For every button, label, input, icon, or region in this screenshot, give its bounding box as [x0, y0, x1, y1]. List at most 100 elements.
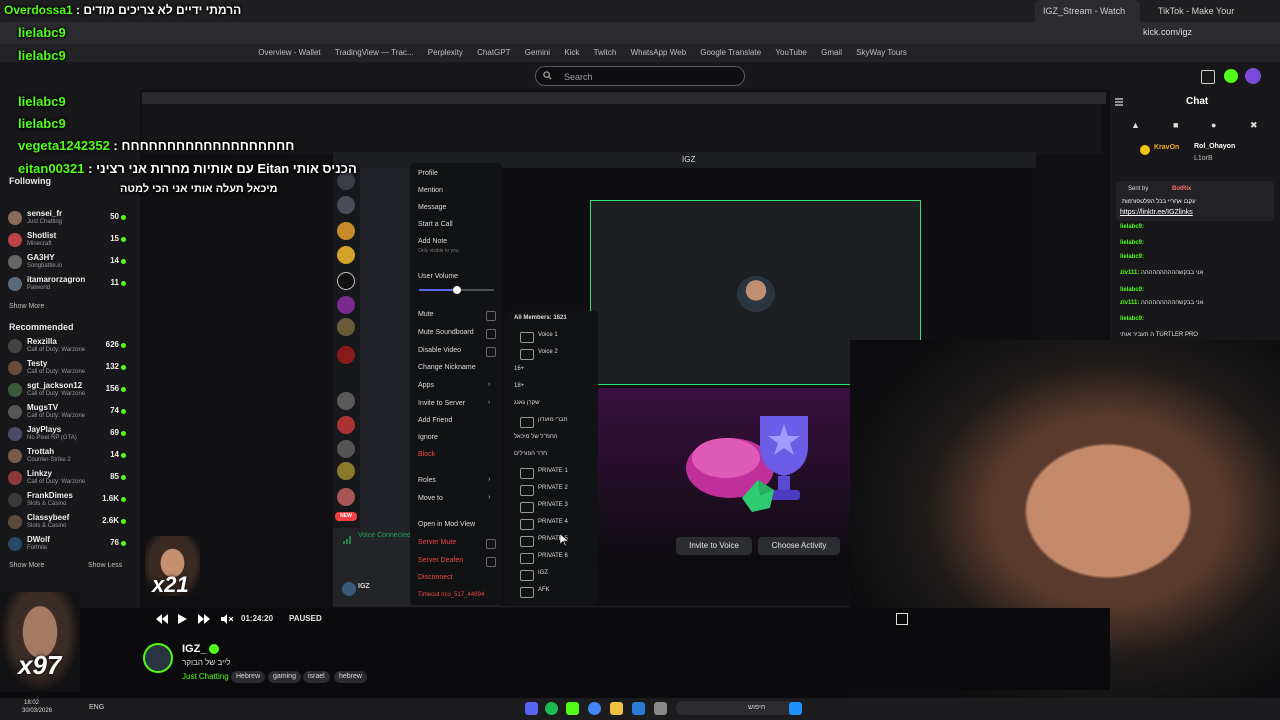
- menu-item-invite-to-server[interactable]: Invite to Server: [418, 400, 465, 407]
- kick-logo-icon[interactable]: [1224, 69, 1238, 83]
- server-icon[interactable]: [337, 222, 355, 240]
- server-icon[interactable]: [337, 246, 355, 264]
- channel-name[interactable]: IGZ_: [182, 643, 206, 655]
- avatar[interactable]: [1245, 68, 1261, 84]
- voice-channel-item[interactable]: PRIVATE 1: [538, 468, 568, 474]
- voice-channel-item[interactable]: Voice 1: [538, 332, 558, 338]
- voice-channel-item[interactable]: PRIVATE 2: [538, 485, 568, 491]
- sidebar-item[interactable]: JayPlays No Pixel RP (GTA) 69: [0, 424, 140, 446]
- menu-item-apps[interactable]: Apps: [418, 382, 434, 389]
- tab-tiktok[interactable]: TikTok - Make Your Day: [1150, 0, 1250, 38]
- menu-item-roles[interactable]: Roles: [418, 477, 436, 484]
- discord-icon[interactable]: [525, 702, 538, 715]
- rewind-icon[interactable]: [156, 614, 168, 624]
- voice-channel-item[interactable]: PRIVATE 3: [538, 502, 568, 508]
- fullscreen-icon[interactable]: [896, 613, 908, 625]
- voice-channel-item[interactable]: PRIVATE 6: [538, 553, 568, 559]
- sidebar-item[interactable]: sgt_jackson12 Call of Duty: Warzone 156: [0, 380, 140, 402]
- stream-tag[interactable]: hebrew: [334, 671, 367, 683]
- bookmark[interactable]: Google Translate: [700, 44, 761, 62]
- kick-icon[interactable]: [566, 702, 579, 715]
- menu-item-message[interactable]: Message: [418, 204, 446, 211]
- server-deafen-checkbox[interactable]: [486, 557, 496, 567]
- swords-icon[interactable]: ✖: [1250, 120, 1258, 131]
- collapse-chat-icon[interactable]: [1114, 97, 1124, 107]
- server-icon[interactable]: [337, 272, 355, 290]
- menu-item-add-note[interactable]: Add Note: [418, 238, 447, 245]
- menu-item-block[interactable]: Block: [418, 451, 435, 458]
- bookmark[interactable]: TradingView — Trac...: [335, 44, 414, 62]
- tab-kick[interactable]: IGZ_Stream - Watch Live on Ki: [1035, 0, 1140, 38]
- sidebar-item[interactable]: MugsTV Call of Duty: Warzone 74: [0, 402, 140, 424]
- show-more-link[interactable]: Show More: [9, 303, 44, 310]
- voice-channel-item[interactable]: החמ"ל של מיכאל: [514, 434, 558, 440]
- bookmark[interactable]: ChatGPT: [477, 44, 510, 62]
- menu-item-ignore[interactable]: Ignore: [418, 434, 438, 441]
- bookmark[interactable]: Twitch: [594, 44, 617, 62]
- stream-tag[interactable]: israel: [303, 671, 330, 683]
- language-indicator[interactable]: ENG: [89, 704, 104, 711]
- bookmark[interactable]: Gmail: [821, 44, 842, 62]
- voice-channel-item[interactable]: חדר הפורלים: [514, 451, 547, 457]
- menu-item-timeout[interactable]: Timeout rico_517_44694: [418, 592, 484, 598]
- voice-channel-item[interactable]: IGZ: [538, 570, 548, 576]
- menu-item-mod-view[interactable]: Open in Mod View: [418, 521, 475, 528]
- sidebar-item[interactable]: GA3HY Songbattle.io 14: [0, 252, 140, 274]
- menu-item-mute[interactable]: Mute: [418, 311, 434, 318]
- server-icon[interactable]: [337, 296, 355, 314]
- mute-checkbox[interactable]: [486, 311, 496, 321]
- voice-channel-item[interactable]: Voice 2: [538, 349, 558, 355]
- menu-item-profile[interactable]: Profile: [418, 170, 438, 177]
- bookmark[interactable]: YouTube: [775, 44, 806, 62]
- menu-item-disconnect[interactable]: Disconnect: [418, 574, 453, 581]
- show-more-link[interactable]: Show More: [9, 562, 44, 569]
- mute-soundboard-checkbox[interactable]: [486, 329, 496, 339]
- voice-channel-item[interactable]: חברי מועדון: [538, 417, 568, 423]
- chrome-icon[interactable]: [588, 702, 601, 715]
- menu-item-mute-soundboard[interactable]: Mute Soundboard: [418, 329, 474, 336]
- voice-channel-item[interactable]: 16+: [514, 366, 524, 372]
- menu-item-mention[interactable]: Mention: [418, 187, 443, 194]
- sidebar-item[interactable]: DWolf Fortnite 76: [0, 534, 140, 556]
- pinned-link[interactable]: https://linktr.ee/IGZlinks: [1120, 209, 1193, 216]
- menu-item-change-nickname[interactable]: Change Nickname: [418, 364, 476, 371]
- stream-tag[interactable]: Hebrew: [231, 671, 266, 683]
- server-mute-checkbox[interactable]: [486, 539, 496, 549]
- server-icon[interactable]: [337, 346, 355, 364]
- voice-channel-item[interactable]: שקרן גאנג: [514, 400, 540, 406]
- menu-item-add-friend[interactable]: Add Friend: [418, 417, 452, 424]
- menu-item-server-mute[interactable]: Server Mute: [418, 539, 456, 546]
- sidebar-item[interactable]: FrankDimes Slots & Casino 1.6K: [0, 490, 140, 512]
- volume-muted-icon[interactable]: [221, 614, 233, 624]
- bookmark[interactable]: Kick: [564, 44, 579, 62]
- trash-icon[interactable]: ■: [1173, 120, 1178, 130]
- sidebar-item[interactable]: itamarorzagron Palworld 11: [0, 274, 140, 296]
- sidebar-item[interactable]: sensei_fr Just Chatting 50: [0, 208, 140, 230]
- invite-to-voice-button[interactable]: Invite to Voice: [676, 537, 752, 555]
- stream-tag[interactable]: gaming: [268, 671, 301, 683]
- sidebar-item[interactable]: Shotlist Minecraft 15: [0, 230, 140, 252]
- server-icon[interactable]: [337, 196, 355, 214]
- bookmark[interactable]: SkyWay Tours: [856, 44, 907, 62]
- app-icon[interactable]: [632, 702, 645, 715]
- menu-item-start-call[interactable]: Start a Call: [418, 221, 453, 228]
- app-icon[interactable]: [654, 702, 667, 715]
- bookmark[interactable]: Gemini: [525, 44, 550, 62]
- server-icon[interactable]: [337, 392, 355, 410]
- voice-channel-item[interactable]: AFK: [538, 587, 550, 593]
- voice-channel-item[interactable]: 18+: [514, 383, 524, 389]
- taskbar-search[interactable]: [676, 701, 796, 715]
- user-volume-handle[interactable]: [453, 286, 461, 294]
- server-icon[interactable]: [337, 416, 355, 434]
- sidebar-item[interactable]: Trottah Counter-Strike 2 14: [0, 446, 140, 468]
- address-bar[interactable]: kick.com/igz: [0, 22, 1280, 44]
- pin-icon[interactable]: ▲: [1131, 120, 1140, 130]
- show-less-link[interactable]: Show Less: [88, 562, 122, 569]
- channel-avatar[interactable]: [143, 643, 173, 673]
- bookmark[interactable]: WhatsApp Web: [631, 44, 686, 62]
- server-icon[interactable]: [337, 488, 355, 506]
- server-icon[interactable]: [337, 462, 355, 480]
- search-input[interactable]: Search: [535, 66, 745, 86]
- folder-icon[interactable]: [610, 702, 623, 715]
- menu-item-server-deafen[interactable]: Server Deafen: [418, 557, 463, 564]
